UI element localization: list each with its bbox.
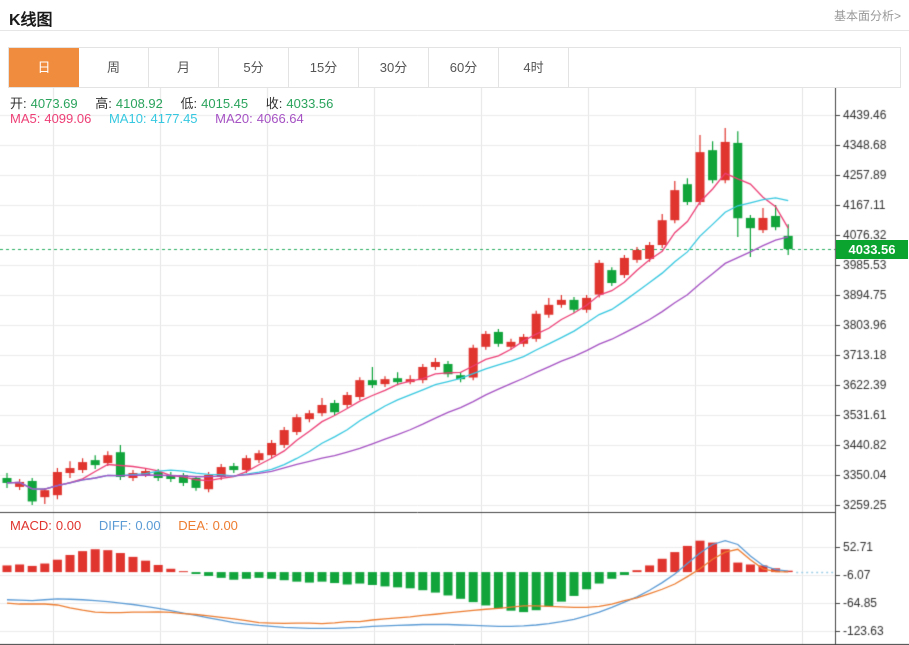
- kline-chart-area: 开: 4073.69 高: 4108.92 低: 4015.45 收: 4033.56 …: [0, 88, 909, 645]
- page-header: K线图 基本面分析>: [0, 0, 909, 31]
- kline-chart-canvas[interactable]: [0, 88, 909, 645]
- tab-60min[interactable]: 60分: [429, 48, 499, 87]
- tab-30min[interactable]: 30分: [359, 48, 429, 87]
- tab-4hour[interactable]: 4时: [499, 48, 569, 87]
- tab-weekly[interactable]: 周: [79, 48, 149, 87]
- period-tabbar: 日周月 5分 15分 30分 60分 4时: [8, 47, 901, 88]
- current-price-tag: 4033.56: [836, 240, 908, 259]
- fundamental-analysis-link[interactable]: 基本面分析>: [834, 7, 901, 24]
- tab-daily[interactable]: 日: [9, 48, 79, 87]
- page-title: K线图: [9, 12, 53, 29]
- tab-monthly[interactable]: 月: [149, 48, 219, 87]
- tab-5min[interactable]: 5分: [219, 48, 289, 87]
- tab-15min[interactable]: 15分: [289, 48, 359, 87]
